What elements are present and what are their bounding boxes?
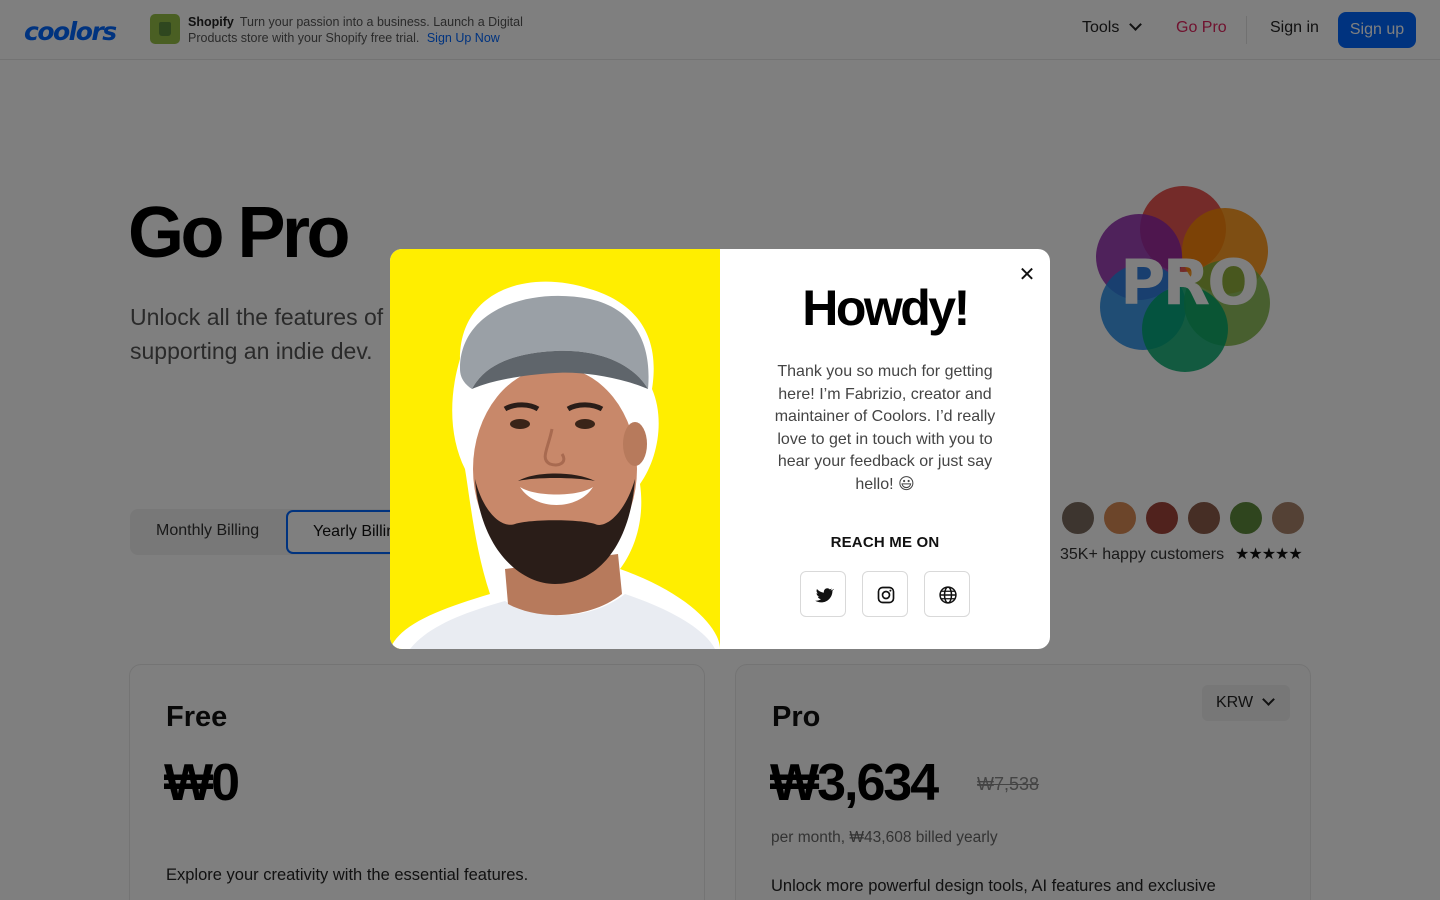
creator-photo — [390, 249, 720, 649]
reach-me-label: REACH ME ON — [830, 534, 940, 551]
modal-title: Howdy! — [802, 280, 970, 336]
twitter-icon — [815, 588, 834, 603]
modal-message: Thank you so much for getting here! I’m … — [774, 363, 996, 493]
instagram-button[interactable] — [862, 571, 908, 617]
howdy-modal: ✕ Howdy! Thank you so much for getting h… — [390, 249, 1050, 649]
twitter-button[interactable] — [800, 571, 846, 617]
instagram-icon — [877, 586, 895, 604]
globe-icon — [939, 586, 957, 604]
website-button[interactable] — [924, 571, 970, 617]
creator-portrait-image — [390, 281, 720, 649]
